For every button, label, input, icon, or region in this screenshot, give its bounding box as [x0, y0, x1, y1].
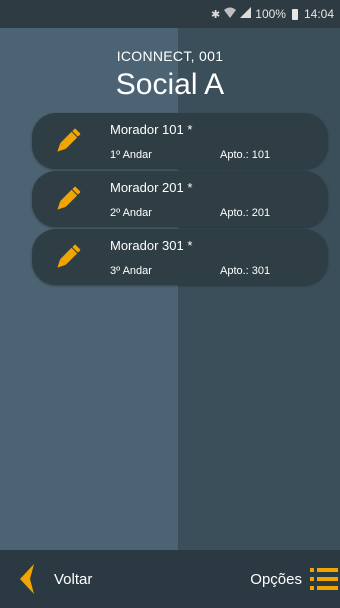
header: ICONNECT, 001 Social A	[0, 48, 340, 102]
list-item[interactable]: Morador 201 * 2º Andar Apto.: 201	[32, 171, 328, 227]
background-left-panel	[0, 28, 178, 550]
chevron-left-icon	[20, 564, 34, 594]
bottom-bar: Voltar Opções	[0, 550, 340, 608]
status-bar: ✱ 100% 14:04	[0, 0, 340, 28]
back-button[interactable]: Voltar	[20, 560, 92, 598]
options-label: Opções	[250, 570, 302, 588]
resident-apartment: Apto.: 201	[220, 207, 271, 219]
signal-icon	[240, 7, 252, 21]
list-item[interactable]: Morador 101 * 1º Andar Apto.: 101	[32, 113, 328, 169]
options-button[interactable]: Opções	[250, 560, 340, 598]
resident-floor: 3º Andar	[110, 265, 152, 277]
back-label: Voltar	[54, 570, 93, 588]
pencil-icon[interactable]	[52, 125, 84, 157]
battery-percent: 100%	[255, 7, 286, 21]
resident-apartment: Apto.: 301	[220, 265, 271, 277]
background-right-panel	[178, 28, 340, 550]
resident-name: Morador 101 *	[110, 122, 193, 137]
list-item[interactable]: Morador 301 * 3º Andar Apto.: 301	[32, 229, 328, 285]
resident-floor: 2º Andar	[110, 207, 152, 219]
pencil-icon[interactable]	[52, 241, 84, 273]
wifi-icon	[224, 7, 237, 21]
resident-apartment: Apto.: 101	[220, 149, 271, 161]
resident-list: Morador 101 * 1º Andar Apto.: 101 Morado…	[32, 113, 328, 287]
battery-icon	[291, 8, 298, 20]
resident-name: Morador 201 *	[110, 180, 193, 195]
pencil-icon[interactable]	[52, 183, 84, 215]
bluetooth-icon: ✱	[211, 8, 221, 21]
resident-floor: 1º Andar	[110, 149, 152, 161]
list-icon	[310, 568, 338, 590]
status-time: 14:04	[303, 7, 334, 21]
page-subtitle: ICONNECT, 001	[116, 48, 224, 64]
page-title: Social A	[115, 68, 225, 101]
resident-name: Morador 301 *	[110, 238, 193, 253]
